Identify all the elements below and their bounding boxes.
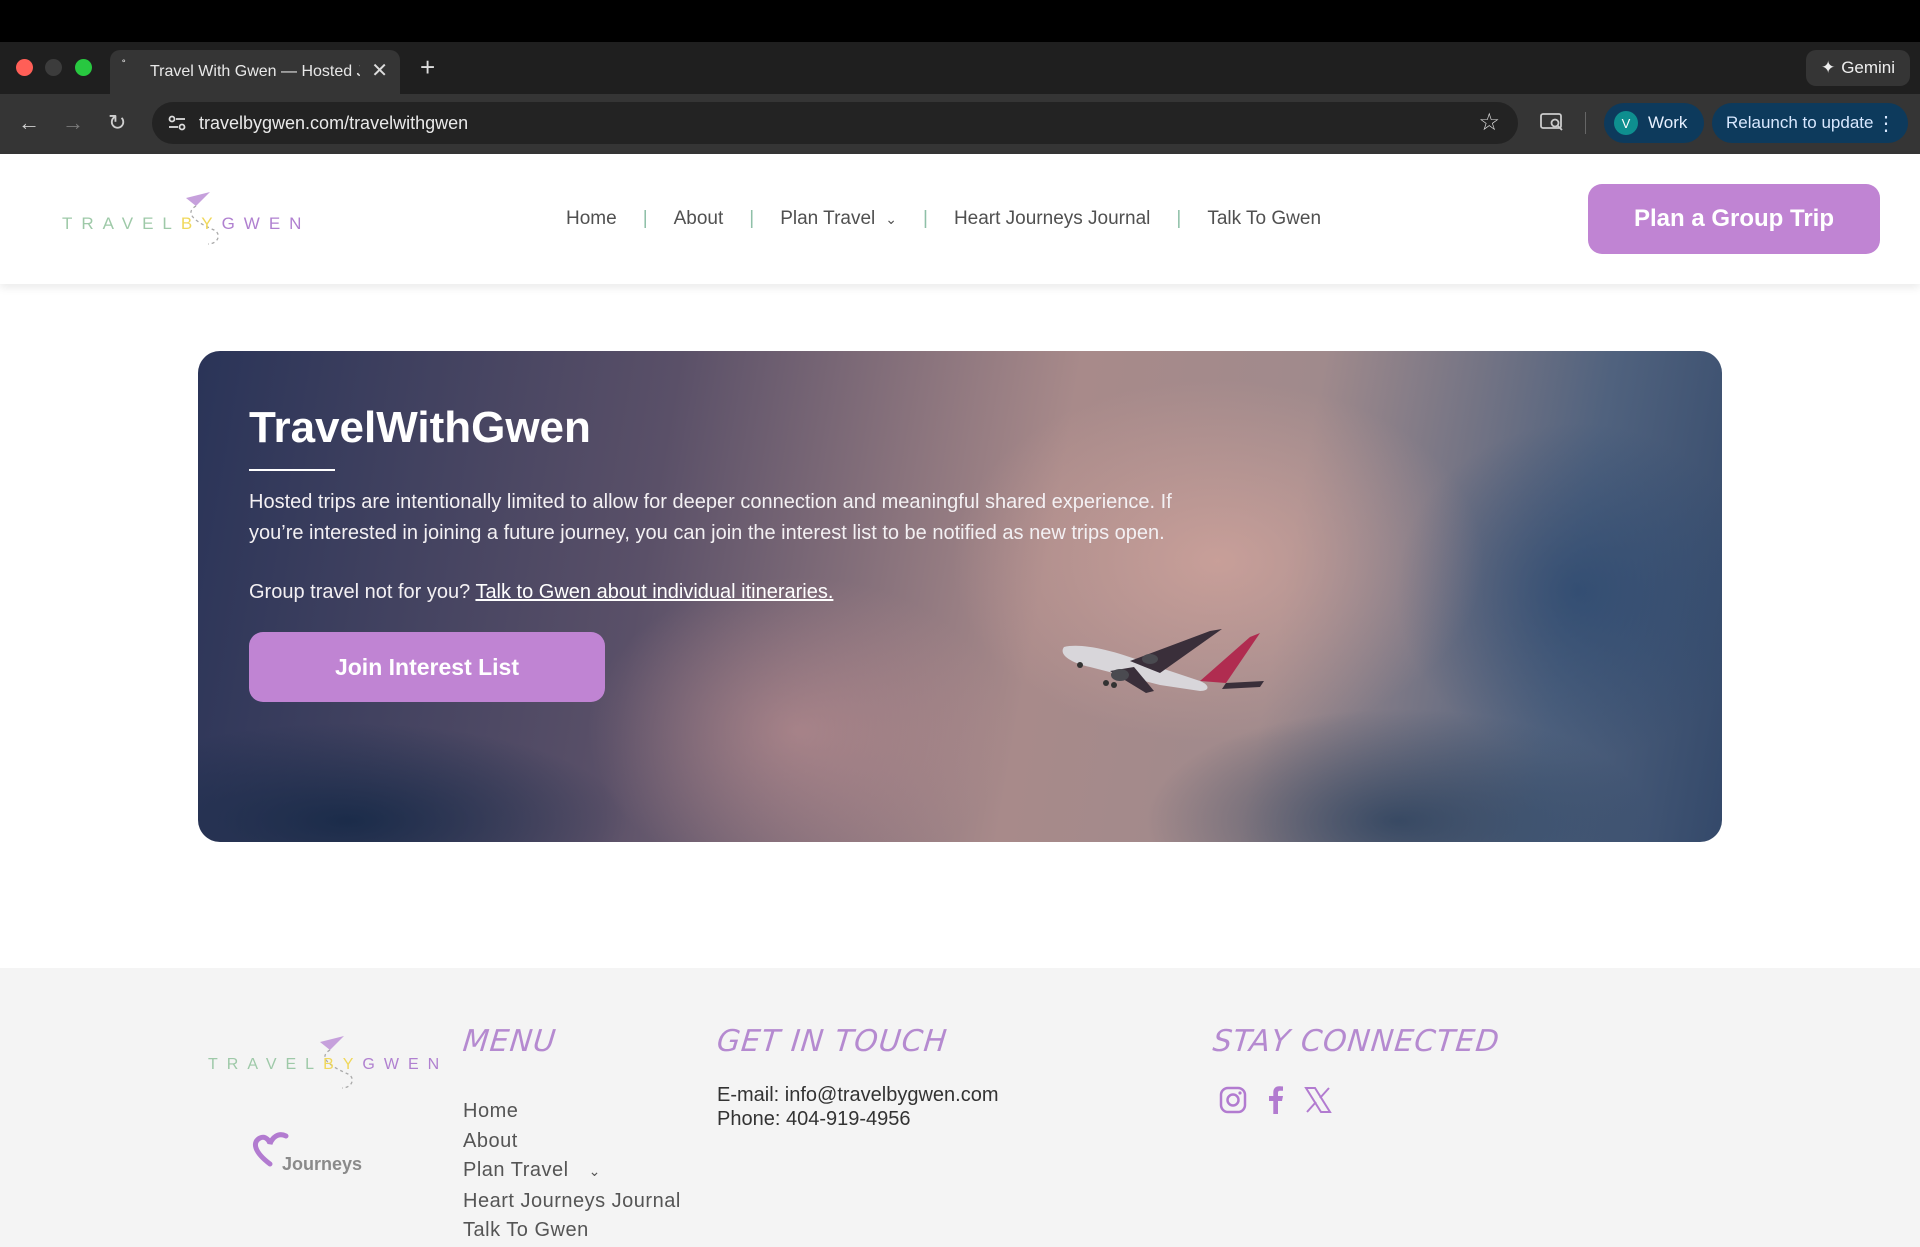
facebook-icon[interactable] [1260,1084,1292,1116]
x-icon[interactable] [1302,1084,1334,1116]
gemini-button[interactable]: ✦ Gemini [1806,50,1910,86]
hero-question: Group travel not for you? Talk to Gwen a… [249,581,833,604]
tab-title: Travel With Gwen — Hosted J [150,63,360,80]
join-interest-list-button[interactable]: Join Interest List [249,632,605,702]
address-bar[interactable]: travelbygwen.com/travelwithgwen ☆ [152,102,1518,144]
nav-divider: | [923,208,928,229]
star-icon[interactable]: ☆ [1478,108,1500,137]
footer-menu-home[interactable]: Home [463,1097,681,1127]
sparkle-icon: ✦ [1820,58,1836,77]
contact-info: E-mail: info@travelbygwen.com Phone: 404… [717,1083,999,1131]
logo-travel: TRAVEL [62,214,181,233]
site-logo[interactable]: TRAVELBYGWEN [62,190,302,260]
new-tab-icon[interactable]: + [420,52,435,83]
footer-logo-by: BY [323,1056,363,1073]
hero-paragraph: Hosted trips are intentionally limited t… [249,491,1172,544]
chevron-down-icon: ⌄ [588,1163,601,1179]
nav-talk-to-gwen[interactable]: Talk To Gwen [1207,208,1321,230]
browser-tab[interactable]: ˚ Travel With Gwen — Hosted J ✕ [110,50,400,94]
maximize-window-button[interactable] [75,59,92,76]
forward-arrow-icon[interactable]: → [62,110,84,136]
footer-menu-talk-to-gwen[interactable]: Talk To Gwen [463,1216,681,1246]
logo-by: BY [180,214,222,233]
minimize-window-button[interactable] [45,59,62,76]
footer-logo-gwen: GWEN [362,1056,449,1073]
nav-heart-journeys-journal[interactable]: Heart Journeys Journal [954,208,1150,230]
logo-gwen: GWEN [221,214,311,233]
nav-divider: | [1176,208,1182,229]
footer-menu-about[interactable]: About [463,1127,681,1157]
profile-label: Work [1648,113,1688,132]
footer-menu-heart-journeys-journal[interactable]: Heart Journeys Journal [463,1187,681,1217]
url-text: travelbygwen.com/travelwithgwen [199,113,469,133]
cast-icon[interactable] [1540,112,1564,132]
favicon-icon: ˚ [122,58,126,72]
main-nav: Home | About | Plan Travel ⌄ | Heart Jour… [566,208,1321,230]
footer-menu-plan-travel[interactable]: Plan Travel ⌄ [463,1156,681,1187]
footer-menu: Home About Plan Travel ⌄ Heart Journeys J… [463,1097,681,1246]
site-settings-icon[interactable] [166,112,188,134]
hero-title-underline [249,469,335,471]
avatar: V [1614,111,1638,135]
nav-plan-travel-label: Plan Travel [780,208,876,229]
hero-title: TravelWithGwen [249,403,591,452]
journeys-logo[interactable]: Journeys [250,1130,370,1186]
contact-phone[interactable]: Phone: 404-919-4956 [717,1107,999,1131]
menu-heading: MENU [461,1024,559,1059]
kebab-menu-icon[interactable]: ⋮ [1876,111,1896,136]
contact-email[interactable]: E-mail: info@travelbygwen.com [717,1083,999,1107]
footer-logo-travel: TRAVEL [208,1056,324,1073]
instagram-icon[interactable] [1217,1084,1249,1116]
get-in-touch-heading: GET IN TOUCH [715,1024,950,1059]
airplane-image [1062,629,1264,693]
nav-divider: | [642,208,648,229]
stay-connected-heading: STAY CONNECTED [1211,1024,1502,1059]
nav-divider: | [749,208,755,229]
nav-about[interactable]: About [674,208,724,230]
relaunch-button[interactable]: Relaunch to update ⋮ [1712,103,1908,143]
chevron-down-icon: ⌄ [885,211,897,227]
journeys-logo-text: Journeys [282,1154,363,1174]
plan-group-trip-button[interactable]: Plan a Group Trip [1588,184,1880,254]
gemini-label: Gemini [1841,58,1896,77]
footer-menu-plan-travel-label: Plan Travel [463,1159,569,1181]
profile-button[interactable]: V Work [1604,103,1704,143]
relaunch-label: Relaunch to update [1726,113,1874,132]
os-menubar [0,0,1920,42]
nav-home[interactable]: Home [566,208,617,230]
back-arrow-icon[interactable]: ← [18,110,40,136]
reload-icon[interactable]: ↻ [108,110,126,136]
toolbar-divider [1585,112,1586,134]
nav-plan-travel[interactable]: Plan Travel ⌄ [780,208,897,230]
tab-close-icon[interactable]: ✕ [371,58,388,83]
close-window-button[interactable] [16,59,33,76]
footer-logo[interactable]: TRAVELBYGWEN [208,1036,448,1096]
individual-itineraries-link[interactable]: Talk to Gwen about individual itinerarie… [475,581,833,603]
hero-banner: TravelWithGwen Hosted trips are intentio… [198,351,1722,842]
hero-question-text: Group travel not for you? [249,581,471,603]
